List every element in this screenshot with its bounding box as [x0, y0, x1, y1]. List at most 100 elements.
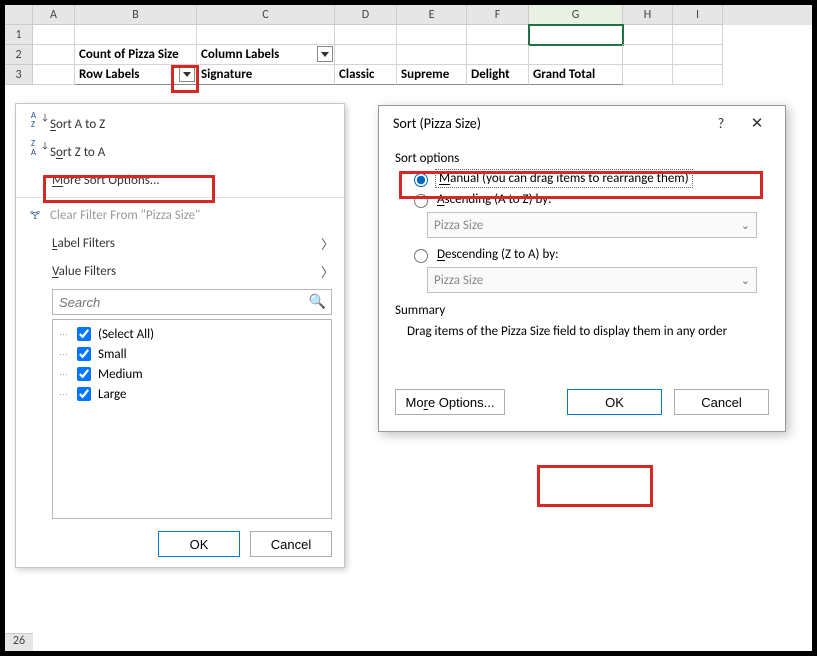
chevron-right-icon: 〉	[321, 262, 334, 281]
chevron-right-icon: 〉	[321, 234, 334, 253]
sort-za-label: Sort Z to A	[50, 145, 105, 160]
sort-az-icon: AZ	[24, 114, 46, 134]
dialog-ok-button[interactable]: OK	[567, 389, 662, 415]
filter-ok-button[interactable]: OK	[158, 531, 240, 557]
row-labels-dropdown[interactable]	[179, 66, 195, 82]
cell-e1[interactable]	[397, 25, 467, 45]
row-labels-text: Row Labels	[79, 67, 140, 82]
cell-h1[interactable]	[623, 25, 673, 45]
cell-e2[interactable]	[397, 45, 467, 65]
spreadsheet-grid: A B C D E F G H I 1 2 Count of Pizza Siz…	[5, 5, 812, 85]
radio-desc-input[interactable]	[414, 249, 428, 263]
dialog-help-button[interactable]: ?	[703, 115, 739, 132]
cell-b3-rowlabels[interactable]: Row Labels	[75, 65, 197, 85]
cell-g2[interactable]	[529, 45, 623, 65]
dialog-close-button[interactable]: ✕	[739, 114, 775, 133]
more-sort-label: More Sort Options...	[52, 173, 160, 188]
row-header-3[interactable]: 3	[5, 65, 33, 85]
dialog-cancel-button[interactable]: Cancel	[674, 389, 769, 415]
cell-b2-count[interactable]: Count of Pizza Size	[75, 45, 197, 65]
checkbox-medium[interactable]	[77, 367, 91, 381]
tree-item-selectall[interactable]: (Select All)	[59, 324, 325, 344]
more-sort-options[interactable]: More Sort Options...	[16, 166, 344, 194]
cell-f2[interactable]	[467, 45, 529, 65]
header-signature[interactable]: Signature	[197, 65, 335, 85]
value-filters[interactable]: Value Filters 〉	[16, 257, 344, 285]
tree-label: Medium	[98, 367, 143, 382]
row-header-26[interactable]: 26	[5, 633, 33, 651]
radio-desc-label: Descending (Z to A) by:	[437, 247, 559, 262]
header-classic[interactable]: Classic	[335, 65, 397, 85]
checkbox-large[interactable]	[77, 387, 91, 401]
filter-search-input[interactable]	[52, 289, 332, 315]
header-delight[interactable]: Delight	[467, 65, 529, 85]
col-header-g[interactable]: G	[529, 5, 623, 25]
radio-manual-input[interactable]	[414, 173, 428, 187]
radio-manual[interactable]: Manual (you can drag items to rearrange …	[409, 170, 769, 187]
asc-combo[interactable]: Pizza Size ⌄	[427, 212, 757, 238]
filter-cancel-button[interactable]: Cancel	[250, 531, 332, 557]
cell-a1[interactable]	[33, 25, 75, 45]
sort-z-to-a[interactable]: ZA Sort Z to A	[16, 138, 344, 166]
more-options-label: More Options...	[406, 395, 495, 410]
radio-descending[interactable]: Descending (Z to A) by:	[409, 246, 769, 263]
header-supreme[interactable]: Supreme	[397, 65, 467, 85]
label-filters[interactable]: Label Filters 〉	[16, 229, 344, 257]
cell-c1[interactable]	[197, 25, 335, 45]
search-icon: 🔍	[309, 293, 326, 310]
chevron-down-icon: ⌄	[741, 274, 750, 287]
row-header-1[interactable]: 1	[5, 25, 33, 45]
header-grandtotal[interactable]: Grand Total	[529, 65, 623, 85]
filter-search: 🔍	[52, 289, 332, 315]
tree-label: Small	[98, 347, 127, 362]
radio-asc-input[interactable]	[414, 194, 428, 208]
asc-combo-value: Pizza Size	[434, 218, 483, 233]
cell-a3[interactable]	[33, 65, 75, 85]
select-all-corner[interactable]	[5, 5, 33, 25]
col-header-f[interactable]: F	[467, 5, 529, 25]
desc-combo[interactable]: Pizza Size ⌄	[427, 267, 757, 293]
col-header-i[interactable]: I	[673, 5, 723, 25]
cell-i3[interactable]	[673, 65, 723, 85]
clear-filter: 🝖 Clear Filter From "Pizza Size"	[16, 201, 344, 229]
dialog-buttons: More Options... OK Cancel	[379, 379, 785, 431]
col-header-b[interactable]: B	[75, 5, 197, 25]
filter-menu-buttons: OK Cancel	[16, 523, 344, 557]
tree-item-small[interactable]: Small	[59, 344, 325, 364]
cell-f1[interactable]	[467, 25, 529, 45]
dialog-titlebar: Sort (Pizza Size) ? ✕	[379, 106, 785, 141]
tree-item-medium[interactable]: Medium	[59, 364, 325, 384]
column-labels-text: Column Labels	[201, 47, 279, 62]
cell-h3[interactable]	[623, 65, 673, 85]
more-options-button[interactable]: More Options...	[395, 389, 505, 415]
cell-a2[interactable]	[33, 45, 75, 65]
col-header-h[interactable]: H	[623, 5, 673, 25]
col-header-d[interactable]: D	[335, 5, 397, 25]
cell-d1[interactable]	[335, 25, 397, 45]
checkbox-selectall[interactable]	[77, 327, 91, 341]
row-header-2[interactable]: 2	[5, 45, 33, 65]
tree-label: Large	[98, 387, 127, 402]
radio-ascending[interactable]: Ascending (A to Z) by:	[409, 191, 769, 208]
col-header-a[interactable]: A	[33, 5, 75, 25]
cell-c2-columnlabels[interactable]: Column Labels	[197, 45, 335, 65]
cell-i2[interactable]	[673, 45, 723, 65]
filter-tree[interactable]: (Select All) Small Medium Large	[52, 319, 332, 519]
cell-b1[interactable]	[75, 25, 197, 45]
col-header-e[interactable]: E	[397, 5, 467, 25]
cell-g1[interactable]	[529, 25, 623, 45]
cell-d2[interactable]	[335, 45, 397, 65]
sort-a-to-z[interactable]: AZ Sort A to Z	[16, 110, 344, 138]
clear-filter-icon: 🝖	[24, 205, 46, 225]
checkbox-small[interactable]	[77, 347, 91, 361]
tree-item-large[interactable]: Large	[59, 384, 325, 404]
col-header-c[interactable]: C	[197, 5, 335, 25]
sort-za-icon: ZA	[24, 142, 46, 162]
desc-combo-value: Pizza Size	[434, 273, 483, 288]
sort-dialog: Sort (Pizza Size) ? ✕ Sort options Manua…	[378, 105, 786, 432]
column-labels-dropdown[interactable]	[317, 46, 333, 62]
dialog-body: Sort options Manual (you can drag items …	[379, 141, 785, 379]
cell-i1[interactable]	[673, 25, 723, 45]
cell-h2[interactable]	[623, 45, 673, 65]
column-headers: A B C D E F G H I	[5, 5, 812, 25]
